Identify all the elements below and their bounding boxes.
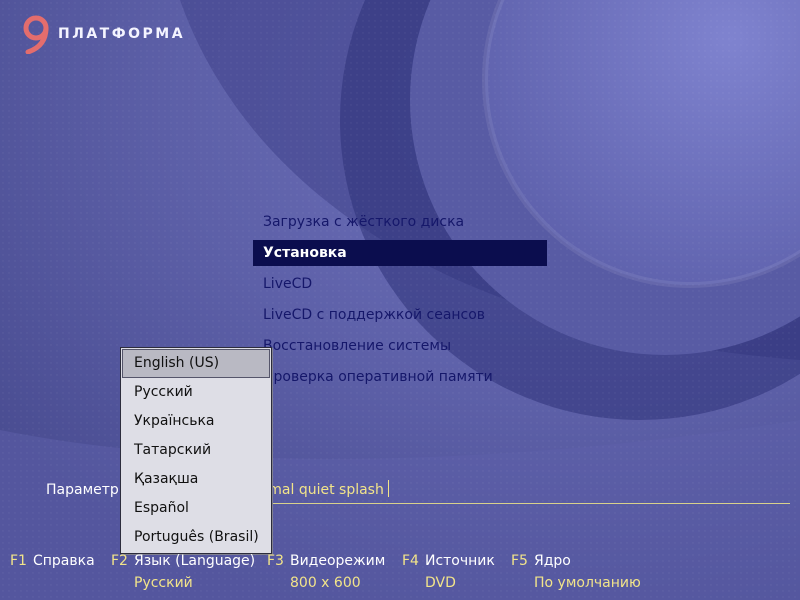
language-option-russian[interactable]: Русский xyxy=(122,378,270,407)
boot-option-rescue[interactable]: Восстановление системы xyxy=(253,331,547,362)
language-dropdown: English (US) Русский Українська Татарски… xyxy=(120,347,272,554)
fkey-key: F5 xyxy=(511,553,528,569)
boot-params-underline xyxy=(206,503,790,504)
fkey-name: Источник xyxy=(424,553,495,569)
fkey-kernel[interactable]: F5 Ядро По умолчанию xyxy=(511,553,641,591)
fkey-value: DVD xyxy=(425,575,456,591)
fkey-name: Справка xyxy=(32,553,95,569)
fkey-key: F3 xyxy=(267,553,284,569)
fkey-help[interactable]: F1 Справка xyxy=(10,553,95,569)
fkey-key: F4 xyxy=(402,553,419,569)
language-option-tatar[interactable]: Татарский xyxy=(122,436,270,465)
boot-option-hard-disk[interactable]: Загрузка с жёсткого диска xyxy=(253,207,547,238)
fkey-value: 800 x 600 xyxy=(290,575,361,591)
fkey-value: Русский xyxy=(134,575,193,591)
boot-option-livecd-sessions[interactable]: LiveCD с поддержкой сеансов xyxy=(253,300,547,331)
boot-option-livecd[interactable]: LiveCD xyxy=(253,269,547,300)
fkey-value: По умолчанию xyxy=(534,575,641,591)
fkey-name: Видеорежим xyxy=(289,553,386,569)
platform-nine-logo-icon xyxy=(23,15,49,54)
fkey-language[interactable]: F2 Язык (Language) Русский xyxy=(111,553,256,591)
language-option-kazakh[interactable]: Қазақша xyxy=(122,465,270,494)
function-key-bar: F1 Справка F2 Язык (Language) Русский F3 Ви… xyxy=(0,553,800,600)
boot-option-memtest[interactable]: Проверка оперативной памяти xyxy=(253,362,547,393)
fkey-name: Ядро xyxy=(533,553,571,569)
boot-menu: Загрузка с жёсткого диска Установка Live… xyxy=(253,207,547,393)
language-option-spanish[interactable]: Español xyxy=(122,494,270,523)
fkey-name: Язык (Language) xyxy=(133,553,256,569)
fkey-key: F2 xyxy=(111,553,128,569)
language-option-english[interactable]: English (US) xyxy=(122,349,270,378)
boot-option-install[interactable]: Установка xyxy=(253,240,547,266)
language-option-ukrainian[interactable]: Українська xyxy=(122,407,270,436)
fkey-video-mode[interactable]: F3 Видеорежим 800 x 600 xyxy=(267,553,386,591)
text-cursor xyxy=(387,480,389,497)
language-option-portuguese[interactable]: Português (Brasil) xyxy=(122,523,270,552)
fkey-source[interactable]: F4 Источник DVD xyxy=(402,553,495,591)
brand-name: ПЛАТФОРМА xyxy=(58,26,186,42)
fkey-key: F1 xyxy=(10,553,27,569)
brand-logo: ПЛАТФОРМА xyxy=(22,14,185,54)
